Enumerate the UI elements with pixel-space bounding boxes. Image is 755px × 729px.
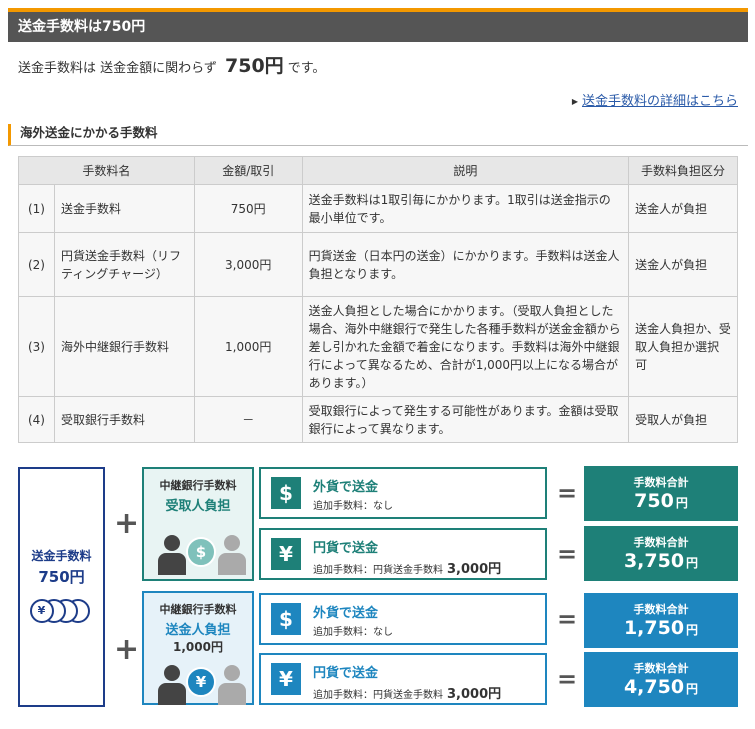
- total-value: 4,750 円: [623, 676, 699, 698]
- option-subtitle: 追加手数料：円貨送金手数料 3,000円: [313, 562, 502, 577]
- total-label: 手数料合計: [633, 476, 689, 489]
- fee-amount: 3,000円: [193, 232, 303, 297]
- page-title: 送金手数料は750円: [8, 8, 748, 42]
- yen-icon: ¥: [271, 663, 301, 695]
- fee-description: 受取銀行によって発生する可能性があります。金額は受取銀行によって異なります。: [301, 396, 630, 443]
- row-number: (1): [18, 184, 55, 233]
- intro-amount: 750円: [225, 55, 284, 77]
- total-value: 1,750 円: [623, 617, 699, 639]
- fee-detail-link-label: 送金手数料の詳細はこちら: [581, 94, 738, 109]
- row-number: (3): [18, 296, 55, 397]
- fee-description: 円貨送金（日本円の送金）にかかります。手数料は送金人負担となります。: [301, 232, 630, 297]
- option-subtitle: 追加手数料：なし: [313, 627, 393, 638]
- fee-amount: 750円: [193, 184, 303, 233]
- panel-title: 中継銀行手数料: [159, 479, 237, 492]
- people-icon: ¥: [152, 665, 246, 705]
- equals-sign: =: [557, 605, 578, 633]
- option-yen-sender: ¥ 円貨で送金 追加手数料：円貨送金手数料 3,000円: [259, 653, 547, 705]
- fee-name: 送金手数料: [53, 184, 195, 233]
- fee-amount: 1,000円: [193, 296, 303, 397]
- row-number: (4): [18, 396, 55, 443]
- section-heading: 海外送金にかかる手数料: [8, 124, 748, 146]
- panel-title: 中継銀行手数料: [159, 603, 237, 616]
- fee-payer: 送金人が負担: [628, 232, 738, 297]
- panel-amount: 1,000円: [173, 640, 223, 654]
- total-label: 手数料合計: [633, 603, 689, 616]
- col-header-amount: 金額/取引: [193, 156, 303, 185]
- option-title: 外貨で送金: [313, 606, 379, 621]
- coins-icon: ¥: [29, 597, 94, 627]
- total-box: 手数料合計 3,750 円: [584, 526, 738, 581]
- panel-payer: 送金人負担: [165, 623, 231, 638]
- relay-fee-sender-panel: 中継銀行手数料 送金人負担 1,000円 ¥: [142, 591, 254, 705]
- fee-name: 海外中継銀行手数料: [53, 296, 195, 397]
- option-title: 円貨で送金: [313, 541, 379, 556]
- equals-sign: =: [557, 479, 578, 507]
- intro-prefix: 送金手数料は 送金金額に関わらず: [18, 61, 217, 76]
- table-row: (4) 受取銀行手数料 － 受取銀行によって発生する可能性があります。金額は受取…: [18, 396, 738, 443]
- fee-name: 受取銀行手数料: [53, 396, 195, 443]
- table-header-row: 手数料名 金額/取引 説明 手数料負担区分: [18, 156, 738, 185]
- col-header-payer: 手数料負担区分: [628, 156, 738, 185]
- dollar-icon: $: [271, 603, 301, 635]
- total-box: 手数料合計 750 円: [584, 466, 738, 521]
- base-fee-label: 送金手数料: [31, 549, 92, 563]
- table-row: (3) 海外中継銀行手数料 1,000円 送金人負担とした場合にかかります。（受…: [18, 296, 738, 397]
- option-title: 円貨で送金: [313, 666, 379, 681]
- fee-payer: 受取人が負担: [628, 396, 738, 443]
- equals-sign: =: [557, 665, 578, 693]
- total-value: 3,750 円: [623, 550, 699, 572]
- total-box: 手数料合計 4,750 円: [584, 652, 738, 707]
- yen-icon: ¥: [271, 538, 301, 570]
- table-row: (1) 送金手数料 750円 送金手数料は1取引毎にかかります。1取引は送金指示…: [18, 184, 738, 233]
- col-header-description: 説明: [301, 156, 630, 185]
- option-foreign-currency-recipient: $ 外貨で送金 追加手数料：なし: [259, 467, 547, 519]
- total-label: 手数料合計: [633, 662, 689, 675]
- total-value: 750 円: [634, 490, 688, 512]
- intro-text: 送金手数料は 送金金額に関わらず 750円 です。: [18, 54, 325, 81]
- dollar-bubble-icon: $: [186, 537, 216, 567]
- total-label: 手数料合計: [633, 536, 689, 549]
- col-header-name: 手数料名: [18, 156, 195, 185]
- option-title: 外貨で送金: [313, 480, 379, 495]
- option-foreign-currency-sender: $ 外貨で送金 追加手数料：なし: [259, 593, 547, 645]
- panel-payer: 受取人負担: [165, 499, 231, 514]
- plus-sign: +: [114, 506, 140, 541]
- fee-table: 手数料名 金額/取引 説明 手数料負担区分 (1) 送金手数料 750円 送金手…: [18, 156, 738, 443]
- intro-suffix: です。: [287, 61, 326, 76]
- base-fee-value: 750円: [38, 568, 85, 586]
- fee-payer: 送金人が負担: [628, 184, 738, 233]
- fee-name: 円貨送金手数料（リフティングチャージ）: [53, 232, 195, 297]
- option-subtitle: 追加手数料：円貨送金手数料 3,000円: [313, 687, 502, 702]
- fee-detail-link[interactable]: ▶ 送金手数料の詳細はこちら: [572, 90, 738, 109]
- fee-description: 送金人負担とした場合にかかります。（受取人負担とした場合、海外中継銀行で発生した…: [301, 296, 630, 397]
- fee-description: 送金手数料は1取引毎にかかります。1取引は送金指示の最小単位です。: [301, 184, 630, 233]
- fee-payer: 送金人負担か、受取人負担か選択可: [628, 296, 738, 397]
- dollar-icon: $: [271, 477, 301, 509]
- fee-amount: －: [193, 396, 303, 443]
- equals-sign: =: [557, 540, 578, 568]
- people-icon: $: [152, 535, 246, 575]
- triangle-right-icon: ▶: [571, 97, 578, 106]
- option-subtitle: 追加手数料：なし: [313, 501, 393, 512]
- yen-bubble-icon: ¥: [186, 667, 216, 697]
- plus-sign: +: [114, 632, 140, 667]
- table-row: (2) 円貨送金手数料（リフティングチャージ） 3,000円 円貨送金（日本円の…: [18, 232, 738, 297]
- relay-fee-recipient-panel: 中継銀行手数料 受取人負担 $: [142, 467, 254, 581]
- option-yen-recipient: ¥ 円貨で送金 追加手数料：円貨送金手数料 3,000円: [259, 528, 547, 580]
- yen-coin-icon: ¥: [29, 599, 54, 623]
- base-fee-box: 送金手数料 750円 ¥: [18, 467, 105, 707]
- row-number: (2): [18, 232, 55, 297]
- total-box: 手数料合計 1,750 円: [584, 593, 738, 648]
